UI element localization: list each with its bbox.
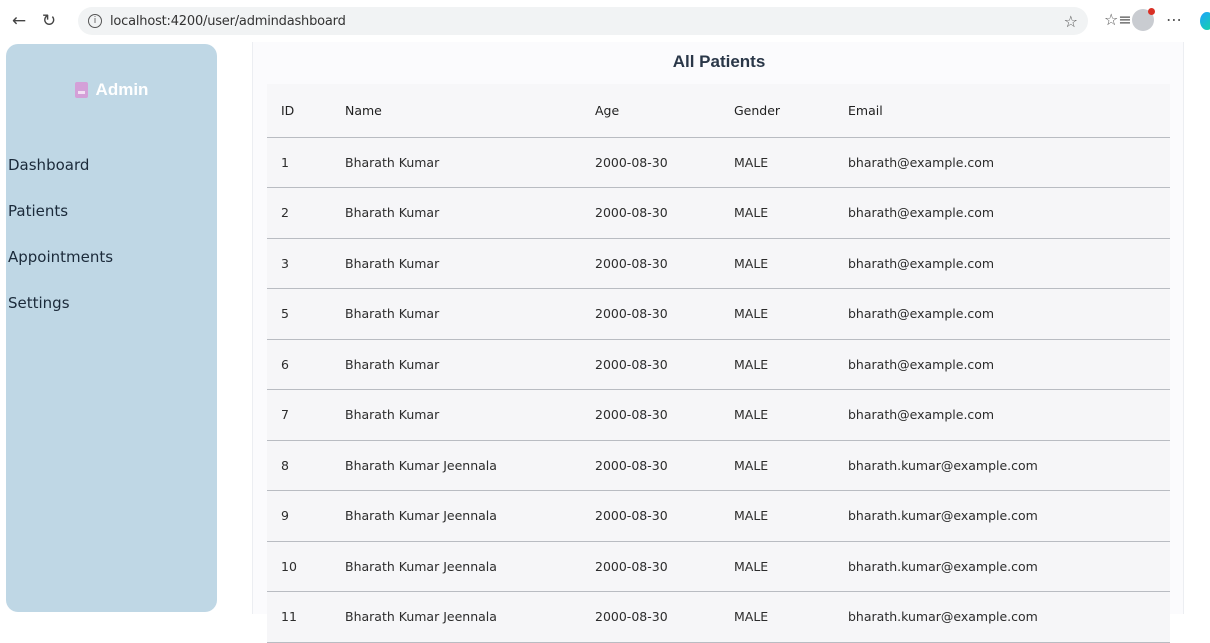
more-icon[interactable]: ⋯ [1166,10,1182,29]
column-header-name: Name [345,84,595,138]
patients-table: ID Name Age Gender Email 1 Bharath Kumar 2… [267,84,1170,643]
brand: Admin [6,80,217,100]
cell-id: 7 [267,389,345,441]
cell-email: bharath@example.com [848,288,1170,340]
sidebar-item-patients[interactable]: Patients [6,202,217,248]
page-title: All Patients [672,52,766,71]
cell-gender: MALE [734,339,848,390]
cell-age: 2000-08-30 [595,490,734,542]
column-header-gender: Gender [734,84,848,138]
sidebar-item-appointments[interactable]: Appointments [6,248,217,294]
cell-id: 3 [267,238,345,289]
cell-email: bharath.kumar@example.com [848,440,1170,491]
cell-email: bharath@example.com [848,389,1170,441]
cell-gender: MALE [734,288,848,340]
cell-gender: MALE [734,187,848,239]
notification-dot [1148,8,1155,15]
table-row: 10 Bharath Kumar Jeennala 2000-08-30 MALE bh… [267,541,1170,592]
cell-age: 2000-08-30 [595,541,734,592]
cell-age: 2000-08-30 [595,137,734,188]
cell-email: bharath@example.com [848,137,1170,188]
table-row: 7 Bharath Kumar 2000-08-30 MALE bharath@exam… [267,389,1170,441]
favorites-icon[interactable]: ☆≡ [1104,10,1132,29]
cell-id: 6 [267,339,345,390]
star-icon[interactable]: ☆ [1064,12,1078,31]
table-row: 3 Bharath Kumar 2000-08-30 MALE bharath@exam… [267,238,1170,289]
back-arrow-icon[interactable]: ← [8,10,30,32]
cell-age: 2000-08-30 [595,288,734,340]
cell-email: bharath@example.com [848,187,1170,239]
cell-name: Bharath Kumar Jeennala [345,440,595,491]
cell-gender: MALE [734,490,848,542]
sidebar-item-dashboard[interactable]: Dashboard [6,156,217,202]
cell-age: 2000-08-30 [595,591,734,643]
cell-email: bharath.kumar@example.com [848,541,1170,592]
table-row: 11 Bharath Kumar Jeennala 2000-08-30 MALE bh… [267,591,1170,643]
hospital-icon [74,82,88,98]
cell-name: Bharath Kumar Jeennala [345,591,595,643]
cell-email: bharath@example.com [848,339,1170,390]
cell-id: 10 [267,541,345,592]
sidebar-item-settings[interactable]: Settings [6,294,217,340]
table-row: 6 Bharath Kumar 2000-08-30 MALE bharath@exam… [267,339,1170,390]
table-body: 1 Bharath Kumar 2000-08-30 MALE bharath@exam… [267,137,1170,643]
sidebar-nav: Dashboard Patients Appointments Settings [6,156,217,340]
cell-name: Bharath Kumar [345,187,595,239]
cell-name: Bharath Kumar [345,339,595,390]
cell-age: 2000-08-30 [595,389,734,441]
cell-email: bharath.kumar@example.com [848,490,1170,542]
cell-gender: MALE [734,238,848,289]
address-bar[interactable]: i localhost:4200/user/admindashboard ☆ [78,7,1088,35]
cell-gender: MALE [734,137,848,188]
column-header-email: Email [848,84,1170,138]
cell-age: 2000-08-30 [595,187,734,239]
cell-age: 2000-08-30 [595,339,734,390]
cell-age: 2000-08-30 [595,440,734,491]
edge-icon[interactable] [1200,12,1210,30]
cell-name: Bharath Kumar [345,288,595,340]
info-icon[interactable]: i [88,14,102,28]
main-content: All Patients ID Name Age Gender Email 1B… [252,42,1184,643]
table-row: 2 Bharath Kumar 2000-08-30 MALE bharath@exam… [267,187,1170,239]
cell-name: Bharath Kumar [345,137,595,188]
cell-id: 1 [267,137,345,188]
table-row: 1 Bharath Kumar 2000-08-30 MALE bharath@exam… [267,137,1170,188]
cell-email: bharath.kumar@example.com [848,591,1170,643]
profile-icon[interactable] [1132,8,1155,31]
column-header-age: Age [595,84,734,138]
cell-name: Bharath Kumar [345,238,595,289]
url-text[interactable]: localhost:4200/user/admindashboard [110,14,346,29]
brand-label: Admin [95,80,149,99]
cell-gender: MALE [734,440,848,491]
cell-name: Bharath Kumar Jeennala [345,490,595,542]
cell-gender: MALE [734,389,848,441]
table-row: 8 Bharath Kumar Jeennala 2000-08-30 MALE bha… [267,440,1170,491]
cell-id: 2 [267,187,345,239]
cell-id: 9 [267,490,345,542]
table-row: 5 Bharath Kumar 2000-08-30 MALE bharath@exam… [267,288,1170,340]
cell-age: 2000-08-30 [595,238,734,289]
browser-toolbar: ← ↻ i localhost:4200/user/admindashboard… [0,0,1210,42]
cell-gender: MALE [734,591,848,643]
cell-email: bharath@example.com [848,238,1170,289]
cell-name: Bharath Kumar [345,389,595,441]
sidebar: Admin Dashboard Patients Appointments Se… [6,44,217,612]
table-header-row: ID Name Age Gender Email [267,84,1170,138]
cell-id: 8 [267,440,345,491]
reload-icon[interactable]: ↻ [38,10,60,32]
table-row: 9 Bharath Kumar Jeennala 2000-08-30 MALE bha… [267,490,1170,542]
cell-id: 11 [267,591,345,643]
cell-name: Bharath Kumar Jeennala [345,541,595,592]
column-header-id: ID [267,84,345,138]
cell-id: 5 [267,288,345,340]
cell-gender: MALE [734,541,848,592]
